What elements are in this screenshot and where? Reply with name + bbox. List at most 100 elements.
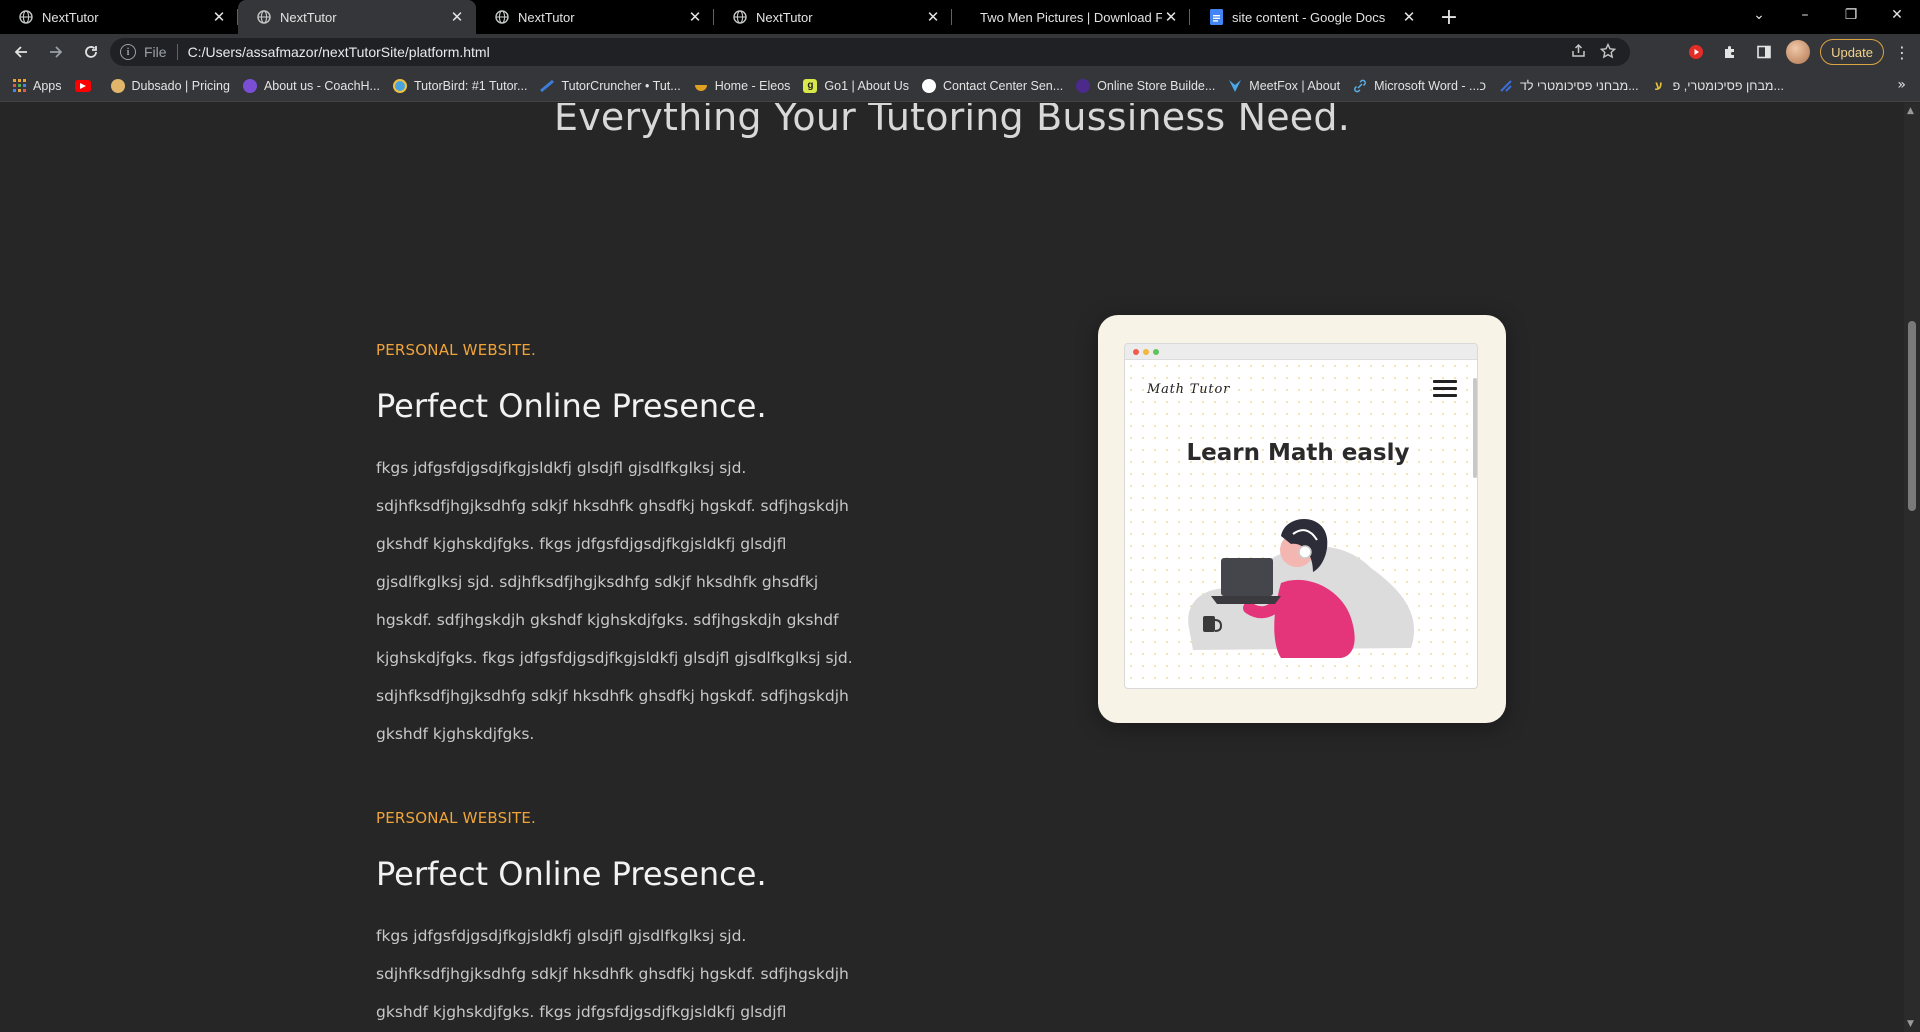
globe-icon [18,9,34,25]
tab-4[interactable]: Two Men Pictures | Download Fre ✕ [952,0,1190,34]
tab-search-button[interactable]: ⌄ [1736,0,1782,30]
bookmark-dubsado[interactable]: Dubsado | Pricing [110,78,230,93]
url-text[interactable]: C:/Users/assafmazor/nextTutorSite/platfo… [188,44,490,60]
bookmark-psychometric-1[interactable]: מבחני פסיכומטרי לד... [1499,79,1639,93]
bookmark-contact-center[interactable]: Contact Center Sen... [921,78,1064,93]
window-dot-yellow [1143,348,1149,355]
bookmark-label: Apps [33,78,62,93]
hamburger-menu-icon [1433,380,1457,401]
globe-icon [732,9,748,25]
tab-3[interactable]: NextTutor ✕ [714,0,952,34]
extensions-puzzle-icon[interactable] [1718,40,1742,64]
dubsado-icon [110,78,125,93]
bookmark-label: Online Store Builde... [1097,78,1216,93]
hero-title: Everything Your Tutoring Bussiness Need. [554,103,1350,139]
tab-title: Two Men Pictures | Download Fre [980,9,1162,25]
bookmark-apps[interactable]: Apps [12,79,62,93]
address-bar[interactable]: i File C:/Users/assafmazor/nextTutorSite… [110,38,1630,66]
bookmarks-bar: Apps Dubsado | Pricing About us - CoachH… [0,70,1920,102]
tab-title: NextTutor [42,9,99,25]
reload-icon [85,46,97,58]
close-icon[interactable]: ✕ [1400,8,1418,26]
mockup-headline: Learn Math easly [1186,440,1410,466]
tab-5[interactable]: site content - Google Docs ✕ [1190,0,1428,34]
exam-icon: ע [1654,78,1663,93]
bookmark-meetfox[interactable]: MeetFox | About [1228,79,1340,93]
arrow-right-icon [50,46,63,58]
scrollbar-thumb[interactable] [1908,321,1916,511]
page-scrollbar[interactable]: ▲ ▼ [1904,103,1920,1032]
bookmark-online-store[interactable]: Online Store Builde... [1076,78,1216,93]
share-icon[interactable] [1571,43,1586,62]
bookmark-star-icon[interactable] [1599,42,1617,63]
apps-grid-icon [12,79,26,93]
contact-center-icon [921,78,936,93]
back-button[interactable] [7,38,35,66]
new-tab-button[interactable]: + [1432,0,1466,34]
profile-avatar[interactable] [1786,40,1811,64]
bookmark-tutorbird[interactable]: TutorBird: #1 Tutor... [392,78,527,93]
feature-heading: Perfect Online Presence. [376,855,767,893]
mockup-scrollbar [1473,378,1477,478]
bookmark-label: Contact Center Sen... [942,78,1064,93]
youtube-icon [74,79,91,92]
psychometric-icon [1499,79,1513,93]
bookmark-psychometric-2[interactable]: ע מבחן פסיכומטרי, פ... [1652,79,1784,93]
close-icon[interactable]: ✕ [686,8,704,26]
tab-2[interactable]: NextTutor ✕ [476,0,714,34]
scroll-up-icon[interactable]: ▲ [1907,106,1914,116]
more-menu-icon[interactable]: ⋮ [1894,43,1910,62]
bookmark-eleos[interactable]: Home - Eleos [694,78,791,93]
mockup-page: Math Tutor Learn Math easly [1125,360,1477,688]
tab-title: NextTutor [756,9,813,25]
mockup-brand: Math Tutor [1147,382,1231,397]
restore-button[interactable]: ❐ [1828,0,1874,30]
side-panel-icon[interactable] [1752,40,1776,64]
omnibox-divider [176,44,178,60]
feature-section-1: PERSONAL WEBSITE. Perfect Online Presenc… [376,341,876,753]
bookmark-label: מבחן פסיכומטרי, פ... [1672,78,1784,93]
tutorcruncher-icon [540,79,555,93]
store-icon [1076,78,1091,93]
close-icon[interactable]: ✕ [1162,8,1180,26]
meetfox-icon [1228,79,1242,93]
student-laptop-illustration [1188,519,1415,658]
window-controls: ⌄ – ❐ ✕ [1736,0,1920,30]
tab-0[interactable]: NextTutor ✕ [0,0,238,34]
close-icon[interactable]: ✕ [448,8,466,26]
tab-title: NextTutor [518,9,575,25]
feature-eyebrow: PERSONAL WEBSITE. [376,809,536,827]
close-icon[interactable]: ✕ [210,8,228,26]
minimize-button[interactable]: – [1782,0,1828,30]
url-scheme-label: File [144,44,167,60]
google-docs-icon [1208,9,1224,25]
eleos-icon [694,79,708,93]
scroll-down-icon[interactable]: ▼ [1907,1019,1914,1029]
youtube-extension-icon[interactable] [1684,40,1708,64]
update-button[interactable]: Update [1820,39,1884,65]
info-icon[interactable]: i [120,44,136,60]
toolbar-right: Update ⋮ [1684,38,1910,66]
bookmark-microsoft-word[interactable]: Microsoft Word - ...כ [1353,79,1486,93]
bookmark-go1[interactable]: g Go1 | About Us [803,78,909,93]
tab-title: site content - Google Docs [1232,9,1386,25]
bookmark-label: Home - Eleos [714,78,791,93]
page-viewport: Everything Your Tutoring Bussiness Need.… [0,103,1904,1032]
tab-1[interactable]: NextTutor ✕ [238,0,476,34]
bookmark-coachhub[interactable]: About us - CoachH... [242,78,380,93]
bookmark-label: מבחני פסיכומטרי לד... [1520,78,1639,93]
bookmarks-overflow-icon[interactable]: » [1897,77,1906,93]
bookmark-youtube[interactable] [74,79,98,92]
reload-button[interactable] [77,38,105,66]
close-window-button[interactable]: ✕ [1874,0,1920,30]
bookmark-label: Go1 | About Us [824,78,909,93]
window-dot-red [1133,348,1139,355]
forward-button[interactable] [42,38,70,66]
close-icon[interactable]: ✕ [924,8,942,26]
go1-icon: g [803,78,818,93]
bookmark-tutorcruncher[interactable]: TutorCruncher • Tut... [540,79,681,93]
feature-heading: Perfect Online Presence. [376,387,767,425]
bookmark-label: About us - CoachH... [263,78,380,93]
mockup-titlebar [1125,344,1477,360]
globe-icon [494,9,510,25]
